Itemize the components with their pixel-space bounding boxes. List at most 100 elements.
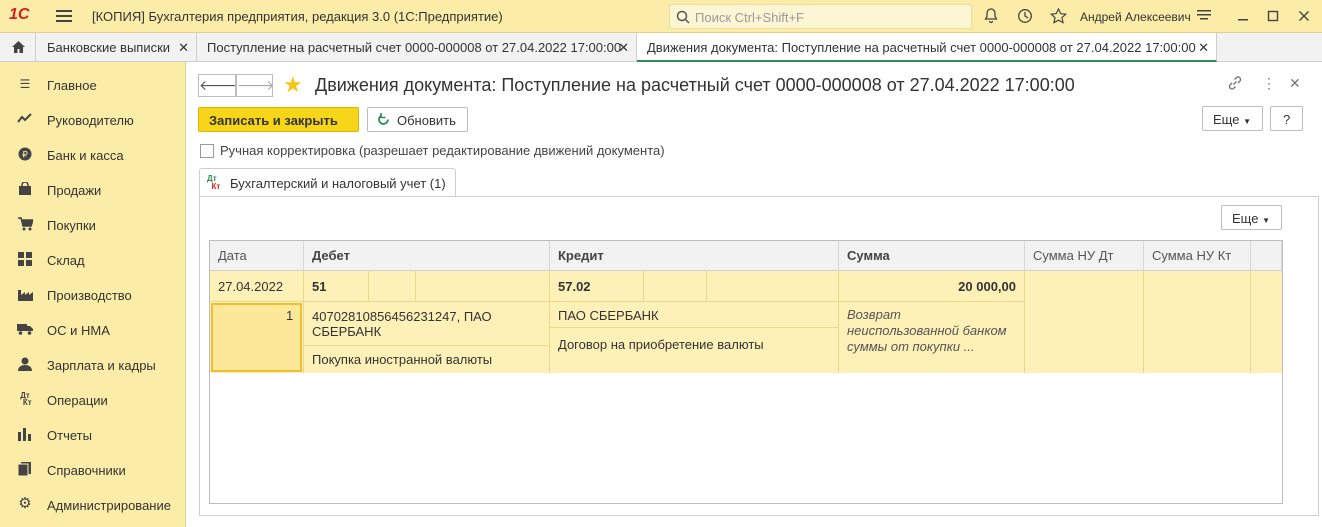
sidebar-item-bank[interactable]: ₽ Банк и касса xyxy=(0,135,186,170)
close-tab-icon[interactable]: ✕ xyxy=(178,40,189,56)
more-actions-icon[interactable]: ⋮ xyxy=(1262,75,1276,92)
search-field[interactable]: Поиск Ctrl+Shift+F xyxy=(669,4,972,29)
close-form-icon[interactable]: ✕ xyxy=(1289,75,1301,92)
more-label: Еще xyxy=(1213,112,1240,127)
sidebar-item-label: Продажи xyxy=(47,183,102,198)
close-tab-icon[interactable]: ✕ xyxy=(618,40,629,56)
main-menu-icon[interactable] xyxy=(56,9,72,26)
row-number: 1 xyxy=(286,308,294,323)
sidebar-item-label: Производство xyxy=(47,288,132,303)
tab-accounting-tax[interactable]: Дт Кт Бухгалтерский и налоговый учет (1) xyxy=(199,168,456,197)
debit-account-cell: 51 xyxy=(312,279,327,294)
tab-label: Бухгалтерский и налоговый учет (1) xyxy=(230,176,446,191)
save-and-close-button[interactable]: Записать и закрыть xyxy=(198,107,359,132)
chevron-down-icon: ▼ xyxy=(1243,117,1251,126)
column-header-filler xyxy=(1251,241,1282,271)
sidebar-item-payroll[interactable]: Зарплата и кадры xyxy=(0,345,186,380)
sidebar-item-manager[interactable]: Руководителю xyxy=(0,100,186,135)
settings-menu-icon[interactable] xyxy=(1197,8,1211,25)
tab-label: Поступление на расчетный счет 0000-00000… xyxy=(207,40,622,55)
grid-more-button[interactable]: Еще ▼ xyxy=(1221,205,1282,230)
sidebar-item-sales[interactable]: Продажи xyxy=(0,170,186,205)
sidebar-item-references[interactable]: Справочники xyxy=(0,450,186,485)
maximize-icon[interactable] xyxy=(1267,10,1279,25)
sidebar-item-label: Склад xyxy=(47,253,85,268)
minimize-icon[interactable] xyxy=(1237,10,1249,25)
tab-label: Банковские выписки xyxy=(47,40,171,55)
search-icon xyxy=(676,10,690,24)
title-bar: 1С [КОПИЯ] Бухгалтерия предприятия, реда… xyxy=(0,0,1322,33)
forward-button[interactable]: 🡒 xyxy=(236,74,275,97)
column-header-date[interactable]: Дата xyxy=(210,241,304,271)
sidebar-item-admin[interactable]: ⚙ Администрирование xyxy=(0,485,186,520)
grid-more-label: Еще xyxy=(1232,211,1259,226)
dt-kt-icon: Дт Кт xyxy=(18,391,32,407)
favorite-star-icon[interactable]: ★ xyxy=(283,72,303,98)
sidebar-item-label: Операции xyxy=(47,393,108,408)
search-placeholder: Поиск Ctrl+Shift+F xyxy=(695,10,804,25)
window-title: [КОПИЯ] Бухгалтерия предприятия, редакци… xyxy=(92,9,503,24)
refresh-button[interactable]: Обновить xyxy=(367,107,468,132)
debit-subconto-2: Покупка иностранной валюты xyxy=(312,352,493,367)
user-name[interactable]: Андрей Алексеевич xyxy=(1080,10,1191,24)
tab-label: Движения документа: Поступление на расче… xyxy=(647,40,1196,55)
document-form: 🡐 🡒 ★ Движения документа: Поступление на… xyxy=(187,62,1322,527)
refresh-label: Обновить xyxy=(397,113,456,128)
column-header-tax-amount-kt[interactable]: Сумма НУ Кт xyxy=(1144,241,1251,271)
gear-icon: ⚙ xyxy=(18,495,32,512)
more-button[interactable]: Еще ▼ xyxy=(1202,106,1263,131)
sidebar-item-fixed-assets[interactable]: ОС и НМА xyxy=(0,310,186,345)
dt-kt-icon: Дт Кт xyxy=(207,174,221,191)
credit-subconto-1: ПАО СБЕРБАНК xyxy=(558,308,659,323)
sidebar-item-label: Руководителю xyxy=(47,113,134,128)
content-line2: неиспользованной банком xyxy=(847,323,1007,338)
sidebar-item-label: Справочники xyxy=(47,463,126,478)
person-icon xyxy=(17,357,33,371)
bell-icon[interactable] xyxy=(983,8,999,27)
factory-icon xyxy=(17,287,33,301)
close-window-icon[interactable] xyxy=(1298,10,1310,25)
back-button[interactable]: 🡐 xyxy=(198,74,237,97)
content-line3: суммы от покупки ... xyxy=(847,339,975,354)
chevron-down-icon: ▼ xyxy=(1262,216,1270,225)
close-tab-icon[interactable]: ✕ xyxy=(1198,40,1209,56)
truck-icon xyxy=(17,322,33,336)
column-header-credit[interactable]: Кредит xyxy=(550,241,839,271)
tab-receipt-document[interactable]: Поступление на расчетный счет 0000-00000… xyxy=(197,33,637,62)
sidebar-item-warehouse[interactable]: Склад xyxy=(0,240,186,275)
date-cell: 27.04.2022 xyxy=(218,279,284,294)
app-logo[interactable]: 1С xyxy=(9,6,29,24)
home-button[interactable] xyxy=(0,33,36,62)
sidebar-item-label: Покупки xyxy=(47,218,96,233)
home-icon xyxy=(12,41,25,53)
manual-edit-checkbox[interactable] xyxy=(200,144,214,158)
page-title: Движения документа: Поступление на расче… xyxy=(315,75,1075,95)
column-header-tax-amount-dt[interactable]: Сумма НУ Дт xyxy=(1025,241,1144,271)
sidebar-item-main[interactable]: ☰ Главное xyxy=(0,65,186,100)
manual-edit-label: Ручная корректировка (разрешает редактир… xyxy=(220,143,665,158)
sidebar-item-operations[interactable]: Дт Кт Операции xyxy=(0,380,186,415)
history-icon[interactable] xyxy=(1017,8,1033,27)
menu-lines-icon: ☰ xyxy=(19,77,31,91)
sidebar-item-purchases[interactable]: Покупки xyxy=(0,205,186,240)
favorites-star-icon[interactable] xyxy=(1049,7,1068,27)
debit-subconto-1-line1: 40702810856456231247, ПАО xyxy=(312,309,492,324)
column-header-amount[interactable]: Сумма xyxy=(839,241,1025,271)
sidebar-item-label: Банк и касса xyxy=(47,148,124,163)
sidebar-item-label: Отчеты xyxy=(47,428,92,443)
credit-account-cell: 57.02 xyxy=(558,279,591,294)
help-button[interactable]: ? xyxy=(1270,106,1303,131)
shopping-bag-icon xyxy=(17,181,33,196)
open-tabs-bar: Банковские выписки ✕ Поступление на расч… xyxy=(0,33,1322,62)
sidebar-item-reports[interactable]: Отчеты xyxy=(0,415,186,450)
sidebar-item-production[interactable]: Производство xyxy=(0,275,186,310)
book-icon xyxy=(17,462,33,477)
sections-sidebar: ☰ Главное Руководителю ₽ Банк и касса Прод… xyxy=(0,62,186,527)
table-row[interactable]: 27.04.2022 1 51 40702810856456231247, ПА… xyxy=(210,271,1282,373)
link-icon[interactable] xyxy=(1227,75,1243,94)
column-header-debit[interactable]: Дебет xyxy=(304,241,550,271)
tab-bank-statements[interactable]: Банковские выписки ✕ xyxy=(37,33,197,62)
debit-subconto-1-line2: СБЕРБАНК xyxy=(312,324,382,339)
tab-document-movements[interactable]: Движения документа: Поступление на расче… xyxy=(637,33,1217,62)
sidebar-item-label: Главное xyxy=(47,78,97,93)
